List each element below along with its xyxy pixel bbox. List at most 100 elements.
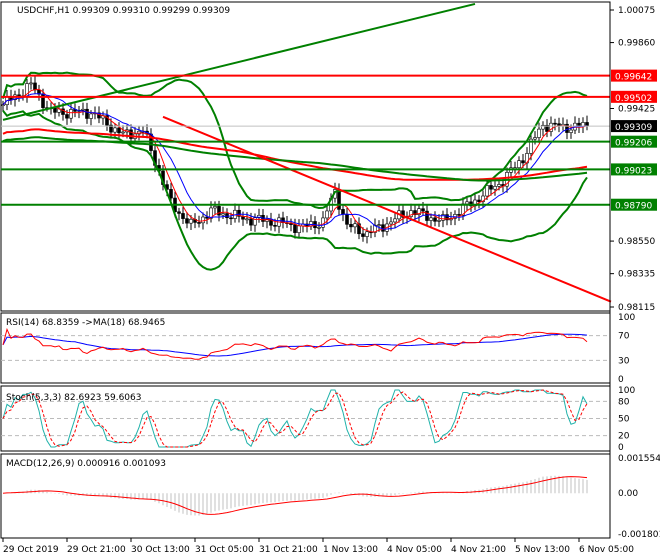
candle-body bbox=[377, 224, 381, 226]
stoch-tick-label: 0 bbox=[618, 443, 624, 453]
rsi-line bbox=[2, 327, 588, 360]
trading-chart[interactable]: 0.99642 0.99502 0.99309 0.99206 0.99023 0.987… bbox=[0, 0, 660, 560]
x-tick-label: 1 Nov 13:00 bbox=[323, 545, 378, 555]
candle-body bbox=[213, 206, 217, 209]
candle-body bbox=[89, 113, 93, 119]
candle-body bbox=[553, 122, 557, 125]
trendline[interactable] bbox=[162, 115, 612, 303]
candle-body bbox=[293, 224, 297, 233]
candle-body bbox=[181, 213, 185, 219]
macd-tick-label: -0.001801 bbox=[618, 530, 660, 540]
candle-body bbox=[361, 233, 365, 237]
rsi-tick-label: 70 bbox=[618, 332, 630, 342]
stoch-tick-label: 20 bbox=[618, 432, 630, 442]
candle-body bbox=[185, 218, 189, 224]
rsi-tick-label: 0 bbox=[618, 375, 624, 385]
level-label: 0.98790 bbox=[615, 202, 652, 212]
candle-body bbox=[497, 184, 501, 187]
rsi-tick-label: 100 bbox=[618, 313, 635, 323]
candle-body bbox=[349, 224, 353, 228]
candle-body bbox=[521, 160, 525, 164]
level-label: 0.99023 bbox=[615, 166, 652, 176]
candle-body bbox=[493, 186, 497, 190]
candle-body bbox=[85, 108, 89, 119]
y-tick-label: 0.99425 bbox=[618, 104, 655, 114]
candle-body bbox=[117, 127, 121, 134]
candle-body bbox=[393, 218, 397, 223]
candle-body bbox=[537, 128, 541, 138]
candle-body bbox=[113, 127, 117, 133]
candle-body bbox=[245, 218, 249, 221]
candle-body bbox=[485, 185, 489, 197]
x-tick-label: 4 Nov 21:00 bbox=[451, 545, 506, 555]
candle-body bbox=[81, 108, 85, 111]
x-tick-label: 4 Nov 05:00 bbox=[387, 545, 442, 555]
candle-body bbox=[489, 185, 493, 190]
candle-body bbox=[177, 211, 181, 214]
candle-body bbox=[433, 217, 437, 222]
rsi-title: RSI(14) 68.8359 ->MA(18) 68.9465 bbox=[6, 318, 165, 328]
stoch-tick-label: 100 bbox=[618, 386, 635, 396]
level-label: 0.99206 bbox=[615, 139, 652, 149]
y-tick-label: 0.98115 bbox=[618, 303, 655, 313]
candle-body bbox=[353, 223, 357, 228]
candle-body bbox=[421, 208, 425, 212]
candle-body bbox=[345, 214, 349, 225]
level-label: 0.99502 bbox=[615, 94, 652, 104]
candle-body bbox=[457, 214, 461, 216]
y-tick-label: 0.98335 bbox=[618, 270, 655, 280]
candle-body bbox=[429, 217, 433, 221]
candle-body bbox=[533, 137, 537, 140]
candle-body bbox=[365, 231, 369, 237]
candle-body bbox=[341, 209, 345, 215]
x-tick-label: 31 Oct 21:00 bbox=[259, 545, 318, 555]
candle-body bbox=[1, 104, 5, 107]
candle-body bbox=[53, 107, 57, 113]
macd-tick-label: 0.00 bbox=[618, 489, 638, 499]
y-tick-label: 1.00075 bbox=[618, 6, 655, 16]
chart-title: USDCHF,H1 0.99309 0.99310 0.99299 0.9930… bbox=[17, 6, 230, 16]
stoch-title: Stoch(5,3,3) 82.6923 59.6063 bbox=[6, 393, 141, 403]
candle-body bbox=[477, 199, 481, 203]
level-label: 0.99309 bbox=[615, 123, 652, 133]
candle-body bbox=[321, 217, 325, 228]
candle-body bbox=[189, 218, 193, 224]
candle-body bbox=[69, 109, 73, 119]
macd-tick-label: 0.001554 bbox=[618, 454, 660, 464]
candle-body bbox=[249, 218, 253, 226]
ma-long-green bbox=[2, 136, 588, 182]
candle-body bbox=[29, 82, 33, 85]
candle-body bbox=[121, 131, 125, 134]
x-tick-label: 6 Nov 05:00 bbox=[579, 545, 634, 555]
y-tick-label: 0.98550 bbox=[618, 237, 655, 247]
candle-body bbox=[33, 82, 37, 91]
candle-body bbox=[17, 94, 21, 97]
candle-body bbox=[221, 213, 225, 216]
candle-body bbox=[389, 221, 393, 225]
candle-body bbox=[229, 217, 233, 220]
candle-body bbox=[201, 216, 205, 224]
candle-body bbox=[65, 114, 69, 119]
level-label: 0.99642 bbox=[615, 73, 652, 83]
rsi-tick-label: 30 bbox=[618, 356, 630, 366]
x-tick-label: 29 Oct 21:00 bbox=[67, 545, 126, 555]
candle-body bbox=[317, 226, 321, 229]
x-tick-label: 31 Oct 05:00 bbox=[195, 545, 254, 555]
stoch-tick-label: 50 bbox=[618, 415, 630, 425]
x-tick-label: 29 Oct 2019 bbox=[3, 545, 59, 555]
candle-body bbox=[169, 189, 173, 199]
candle-body bbox=[437, 220, 441, 222]
chart-svg[interactable]: 0.99642 0.99502 0.99309 0.99206 0.99023 0.987… bbox=[0, 0, 660, 560]
trendline[interactable] bbox=[2, 2, 476, 121]
x-tick-label: 30 Oct 13:00 bbox=[131, 545, 190, 555]
candle-body bbox=[197, 222, 201, 224]
candle-body bbox=[569, 129, 573, 133]
x-tick-label: 5 Nov 13:00 bbox=[515, 545, 570, 555]
macd-title: MACD(12,26,9) 0.000916 0.001093 bbox=[6, 459, 166, 469]
stoch-tick-label: 80 bbox=[618, 397, 630, 407]
candle-body bbox=[273, 225, 277, 227]
y-tick-label: 0.99860 bbox=[618, 39, 655, 49]
candle-body bbox=[325, 210, 329, 219]
candle-body bbox=[381, 224, 385, 232]
candle-body bbox=[517, 160, 521, 168]
